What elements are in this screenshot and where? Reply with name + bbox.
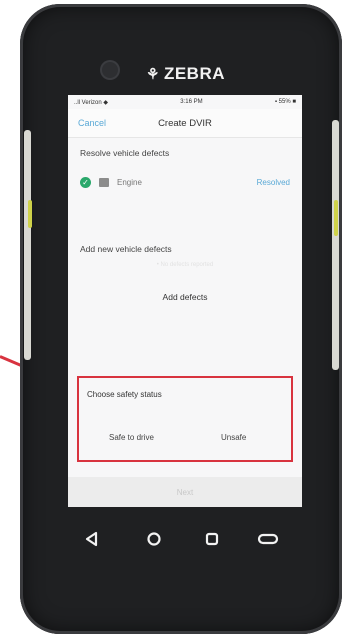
left-side-button: [24, 130, 31, 360]
right-side-button: [332, 120, 339, 370]
app-screen: ..ll Verizon ◆ 3:16 PM ▪ 55% ■ Cancel Cr…: [68, 95, 302, 507]
zebra-logo-icon: ⚘: [146, 66, 160, 83]
menu-pill-icon[interactable]: [256, 527, 280, 551]
engine-icon: [99, 177, 109, 187]
safety-status-highlight: Choose safety status Safe to drive Unsaf…: [77, 376, 293, 462]
cancel-button[interactable]: Cancel: [78, 118, 106, 128]
checkmark-icon: ✓: [80, 176, 91, 188]
status-time: 3:16 PM: [180, 99, 203, 105]
android-nav-bar: [80, 527, 300, 557]
resolved-status[interactable]: Resolved: [257, 178, 290, 187]
back-triangle-icon[interactable]: [80, 527, 104, 551]
defect-row-engine[interactable]: ✓ Engine Resolved: [68, 164, 302, 200]
resolve-section-title: Resolve vehicle defects: [80, 148, 170, 158]
left-scan-trigger: [28, 200, 32, 228]
navigation-bar: Cancel Create DVIR: [68, 109, 302, 138]
defect-name: Engine: [117, 177, 142, 187]
brand-logo: ⚘ ZEBRA: [146, 64, 225, 84]
front-camera: [102, 62, 118, 78]
carrier-signal: ..ll Verizon ◆: [74, 99, 108, 106]
add-section-title: Add new vehicle defects: [80, 244, 172, 254]
status-bar: ..ll Verizon ◆ 3:16 PM ▪ 55% ■: [68, 95, 302, 109]
no-defects-hint: • No defects reported: [156, 262, 214, 268]
safe-to-drive-button[interactable]: Safe to drive: [109, 433, 154, 442]
unsafe-button[interactable]: Unsafe: [221, 433, 246, 442]
safety-status-label: Choose safety status: [87, 390, 162, 399]
home-circle-icon[interactable]: [142, 527, 166, 551]
right-scan-trigger: [334, 200, 338, 236]
next-button[interactable]: Next: [68, 477, 302, 507]
brand-name: ZEBRA: [163, 64, 226, 83]
recent-square-icon[interactable]: [200, 527, 224, 551]
battery-indicator: ▪ 55% ■: [274, 99, 296, 105]
add-defects-button[interactable]: Add defects: [68, 286, 302, 308]
